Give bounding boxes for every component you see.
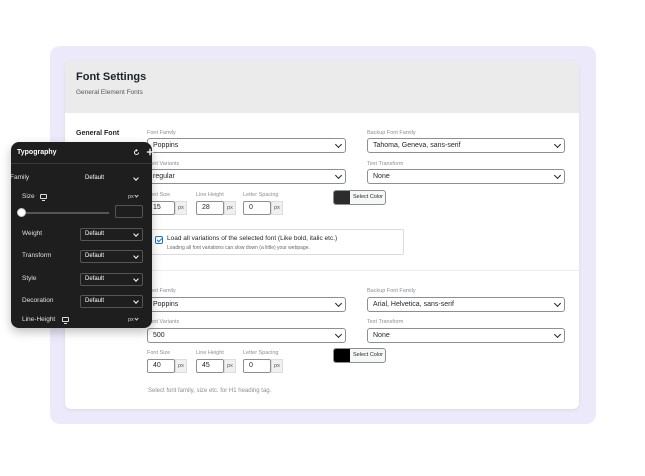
section-label-general-font: General Font xyxy=(76,130,120,137)
card-header: Font Settings General Element Fonts xyxy=(65,61,579,113)
h1-line-height-input[interactable]: 45 xyxy=(196,359,224,373)
transform-select[interactable]: Default xyxy=(80,250,143,263)
family-value: Default xyxy=(85,175,105,181)
size-slider-track[interactable] xyxy=(21,212,109,214)
h1-font-variants-value: 500 xyxy=(153,332,165,339)
font-family-value: Poppins xyxy=(153,142,179,149)
h1-help-text: Select font family, size etc. for H1 hea… xyxy=(148,388,272,394)
style-select[interactable]: Default xyxy=(80,273,143,286)
h1-select-color-label: Select Color xyxy=(353,352,383,358)
font-family-label: Font Family xyxy=(147,130,176,136)
h1-backup-font-label: Backup Font Family xyxy=(367,288,416,294)
h1-letter-spacing-input[interactable]: 0 xyxy=(243,359,271,373)
chevron-down-icon xyxy=(133,175,139,181)
chevron-down-icon xyxy=(553,299,562,308)
monitor-icon[interactable] xyxy=(62,317,69,324)
line-height-label: Line Height xyxy=(196,192,224,198)
family-select[interactable]: Default xyxy=(80,172,143,185)
letter-spacing-label: Letter Spacing xyxy=(243,192,279,198)
load-all-checkbox[interactable] xyxy=(155,236,163,244)
h1-line-height-unit: px xyxy=(224,359,236,373)
transform-label: Transform xyxy=(22,252,52,259)
h1-letter-spacing-unit: px xyxy=(271,359,283,373)
chevron-down-icon xyxy=(133,276,139,282)
decoration-label: Decoration xyxy=(22,297,54,304)
text-transform-select[interactable]: None xyxy=(367,169,565,184)
chevron-down-icon xyxy=(334,299,343,308)
font-size-unit: px xyxy=(175,201,187,215)
line-height-input[interactable]: 28 xyxy=(196,201,224,215)
font-variants-select[interactable]: regular xyxy=(147,169,346,184)
decoration-select[interactable]: Default xyxy=(80,295,143,308)
size-slider-handle[interactable] xyxy=(17,208,26,217)
h1-text-transform-label: Text Transform xyxy=(367,319,404,325)
weight-value: Default xyxy=(85,231,105,237)
h1-text-transform-value: None xyxy=(373,332,390,339)
size-input[interactable] xyxy=(115,205,143,218)
h1-line-height-label: Line Height xyxy=(196,350,224,356)
chevron-down-icon xyxy=(553,330,562,339)
load-all-label: Load all variations of the selected font… xyxy=(167,235,338,242)
color-swatch xyxy=(334,349,350,362)
h1-font-variants-select[interactable]: 500 xyxy=(147,328,346,343)
backup-font-select[interactable]: Tahoma, Geneva, sans-serif xyxy=(367,138,565,153)
chevron-down-icon xyxy=(334,140,343,149)
color-swatch xyxy=(334,191,350,204)
line-height-unit-value: px xyxy=(128,317,134,323)
select-color-label: Select Color xyxy=(353,194,383,200)
font-family-select[interactable]: Poppins xyxy=(147,138,346,153)
decoration-value: Default xyxy=(85,298,105,304)
chevron-down-icon xyxy=(133,253,139,259)
h1-backup-font-select[interactable]: Arial, Helvetica, sans-serif xyxy=(367,297,565,312)
size-label: Size xyxy=(22,193,35,200)
chevron-down-icon xyxy=(133,298,139,304)
plus-icon[interactable] xyxy=(146,148,154,156)
line-height-unit-select[interactable]: px xyxy=(128,316,139,323)
weight-select[interactable]: Default xyxy=(80,228,143,241)
chevron-down-icon xyxy=(134,193,139,198)
page-subtitle: General Element Fonts xyxy=(76,89,143,96)
typography-panel-title: Typography xyxy=(17,149,57,156)
monitor-icon[interactable] xyxy=(40,194,47,201)
size-unit-value: px xyxy=(128,194,134,200)
transform-value: Default xyxy=(85,253,105,259)
weight-label: Weight xyxy=(22,230,43,237)
reset-icon[interactable] xyxy=(133,149,140,156)
h1-text-transform-select[interactable]: None xyxy=(367,328,565,343)
select-color-button[interactable]: Select Color xyxy=(333,190,386,205)
load-all-help: Loading all font variations can slow dow… xyxy=(167,245,310,251)
load-all-variations-option[interactable]: Load all variations of the selected font… xyxy=(148,229,404,255)
size-unit-select[interactable]: px xyxy=(128,193,139,200)
chevron-down-icon xyxy=(334,330,343,339)
style-label: Style xyxy=(22,275,37,282)
chevron-down-icon xyxy=(133,231,139,237)
typography-panel-header: Typography xyxy=(11,142,154,164)
h1-select-color-button[interactable]: Select Color xyxy=(333,348,386,363)
text-transform-label: Text Transform xyxy=(367,161,404,167)
font-variants-value: regular xyxy=(153,173,175,180)
line-height-unit: px xyxy=(224,201,236,215)
h1-letter-spacing-label: Letter Spacing xyxy=(243,350,279,356)
family-label: Family xyxy=(10,174,30,181)
letter-spacing-unit: px xyxy=(271,201,283,215)
style-value: Default xyxy=(85,276,105,282)
backup-font-label: Backup Font Family xyxy=(367,130,416,136)
line-height-panel-label: Line-Height xyxy=(22,316,56,323)
chevron-down-icon xyxy=(134,316,139,321)
page-title: Font Settings xyxy=(76,71,147,83)
h1-font-family-select[interactable]: Poppins xyxy=(147,297,346,312)
backup-font-value: Tahoma, Geneva, sans-serif xyxy=(373,142,461,149)
letter-spacing-input[interactable]: 0 xyxy=(243,201,271,215)
h1-font-family-value: Poppins xyxy=(153,301,179,308)
h1-font-size-label: Font Size xyxy=(147,350,171,356)
chevron-down-icon xyxy=(553,140,562,149)
chevron-down-icon xyxy=(553,171,562,180)
text-transform-value: None xyxy=(373,173,390,180)
h1-font-size-input[interactable]: 40 xyxy=(147,359,175,373)
h1-font-size-unit: px xyxy=(175,359,187,373)
h1-backup-font-value: Arial, Helvetica, sans-serif xyxy=(373,301,454,308)
chevron-down-icon xyxy=(334,171,343,180)
